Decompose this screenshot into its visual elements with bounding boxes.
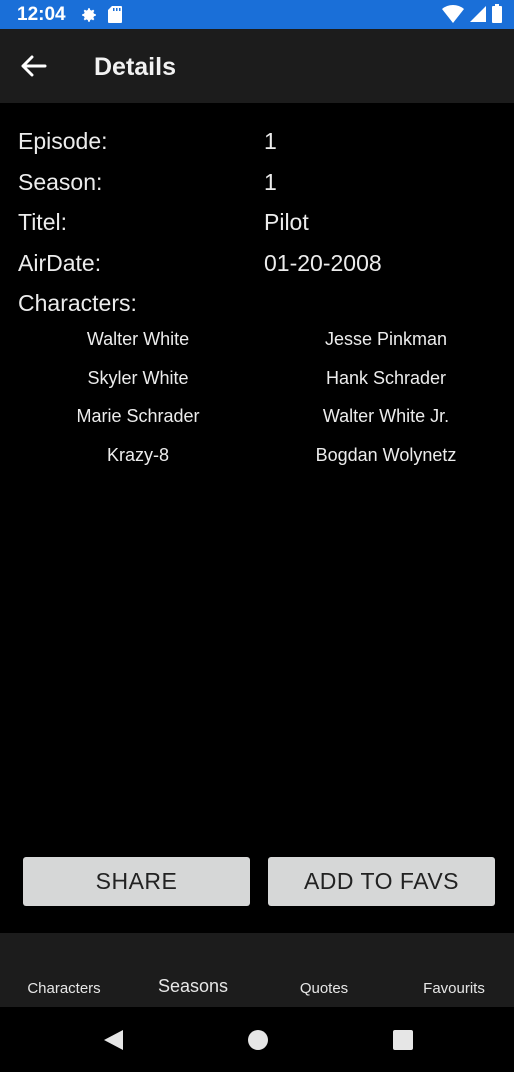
battery-icon: [492, 4, 502, 23]
bottom-nav: Characters Seasons Quotes Favourits: [0, 933, 514, 1007]
nav-recents-icon[interactable]: [390, 1027, 416, 1053]
tab-characters[interactable]: Characters: [0, 933, 128, 1007]
add-to-favs-button[interactable]: ADD TO FAVS: [268, 857, 495, 906]
character-item[interactable]: Skyler White: [13, 368, 263, 389]
season-value: 1: [264, 169, 277, 195]
character-item[interactable]: Krazy-8: [13, 445, 263, 466]
season-label: Season:: [18, 169, 103, 195]
nav-home-icon[interactable]: [245, 1027, 271, 1053]
airdate-value: 01-20-2008: [264, 250, 382, 276]
character-item[interactable]: Jesse Pinkman: [261, 329, 511, 350]
title-value: Pilot: [264, 209, 309, 235]
arrow-back-icon: [21, 55, 47, 77]
episode-label: Episode:: [18, 128, 108, 154]
characters-label: Characters:: [18, 290, 137, 316]
tab-quotes-label: Quotes: [299, 980, 349, 997]
title-label: Titel:: [18, 209, 67, 235]
tab-favourits[interactable]: Favourits: [390, 933, 514, 1007]
sd-card-icon: [107, 6, 122, 23]
tab-seasons[interactable]: Seasons: [129, 933, 257, 1007]
airdate-label: AirDate:: [18, 250, 102, 276]
tab-characters-label: Characters: [27, 980, 101, 997]
character-item[interactable]: Bogdan Wolynetz: [261, 445, 511, 466]
tab-seasons-label: Seasons: [157, 976, 229, 996]
share-button[interactable]: SHARE: [23, 857, 250, 906]
back-button[interactable]: [16, 51, 52, 81]
character-item[interactable]: Walter White Jr.: [261, 406, 511, 427]
wifi-icon: [442, 5, 464, 23]
character-item[interactable]: Marie Schrader: [13, 406, 263, 427]
status-bar: 12:04: [0, 0, 514, 29]
nav-back-icon[interactable]: [101, 1027, 127, 1053]
episode-value: 1: [264, 128, 277, 154]
app-bar: Details: [0, 29, 514, 103]
page-title: Details: [94, 53, 176, 81]
status-indicators: [442, 4, 502, 23]
tab-quotes[interactable]: Quotes: [260, 933, 388, 1007]
tab-favourits-label: Favourits: [423, 980, 485, 997]
cell-signal-icon: [470, 5, 486, 22]
character-item[interactable]: Walter White: [13, 329, 263, 350]
status-time: 12:04: [17, 3, 66, 25]
system-nav-bar: [0, 1007, 514, 1072]
character-item[interactable]: Hank Schrader: [261, 368, 511, 389]
settings-gear-icon: [81, 7, 96, 22]
